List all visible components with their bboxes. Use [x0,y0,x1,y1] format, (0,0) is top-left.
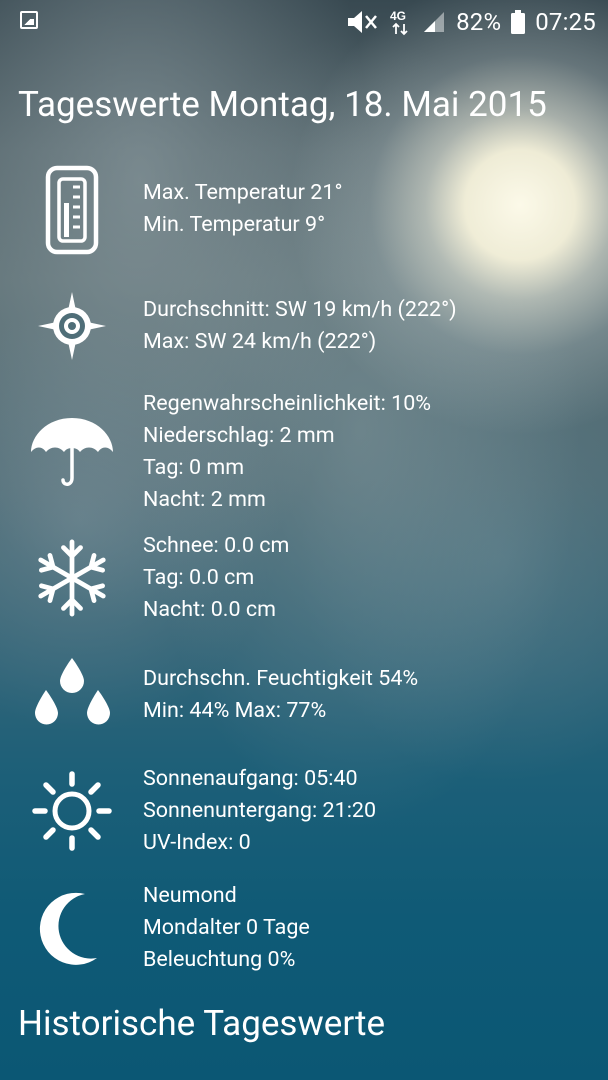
snow-day: Tag: 0.0 cm [143,565,255,590]
clock: 07:25 [535,8,596,36]
uv-index: UV-Index: 0 [143,830,251,855]
network-4g-icon: 4G [390,9,408,36]
precipitation-total: Niederschlag: 2 mm [143,423,335,448]
moon-phase: Neumond [143,883,237,908]
sunset: Sonnenuntergang: 21:20 [143,798,377,823]
wind-max: Max: SW 24 km/h (222°) [143,329,377,354]
precipitation-row: Regenwahrscheinlichkeit: 10% Niederschla… [0,388,608,516]
precipitation-night: Nacht: 2 mm [143,487,266,512]
temp-min: Min. Temperatur 9° [143,212,326,237]
snowflake-icon [38,539,106,617]
thermometer-icon [45,165,99,255]
snow-total: Schnee: 0.0 cm [143,533,290,558]
status-bar: 4G 82% 07:25 [0,0,608,44]
svg-text:4G: 4G [390,9,406,23]
humidity-average: Durchschn. Feuchtigkeit 54% [143,666,419,691]
gallery-icon [20,11,38,29]
temperature-row: Max. Temperatur 21° Min. Temperatur 9° [0,160,608,260]
page-title: Tageswerte Montag, 18. Mai 2015 [18,84,547,125]
sun-icon [32,771,112,851]
signal-icon [424,12,445,32]
humidity-row: Durchschn. Feuchtigkeit 54% Min: 44% Max… [0,652,608,732]
battery-icon [511,10,526,34]
snow-row: Schnee: 0.0 cm Tag: 0.0 cm Nacht: 0.0 cm [0,530,608,626]
moon-illumination: Beleuchtung 0% [143,947,296,972]
umbrella-icon [31,418,113,486]
humidity-drops-icon [35,658,110,725]
snow-night: Nacht: 0.0 cm [143,597,276,622]
humidity-min-max: Min: 44% Max: 77% [143,698,327,723]
historical-values-heading: Historische Tageswerte [18,1003,386,1044]
sunrise: Sonnenaufgang: 05:40 [143,766,358,791]
rain-probability: Regenwahrscheinlichkeit: 10% [143,391,432,416]
sun-row: Sonnenaufgang: 05:40 Sonnenuntergang: 21… [0,763,608,859]
mute-icon [348,11,378,33]
wind-row: Durchschnitt: SW 19 km/h (222°) Max: SW … [0,288,608,364]
temp-max: Max. Temperatur 21° [143,180,343,205]
moon-icon [39,892,97,965]
battery-percent: 82% [456,8,502,36]
wind-compass-icon [38,292,106,360]
wind-average: Durchschnitt: SW 19 km/h (222°) [143,297,457,322]
precipitation-day: Tag: 0 mm [143,455,245,480]
moon-age: Mondalter 0 Tage [143,915,310,940]
moon-row: Neumond Mondalter 0 Tage Beleuchtung 0% [0,880,608,976]
